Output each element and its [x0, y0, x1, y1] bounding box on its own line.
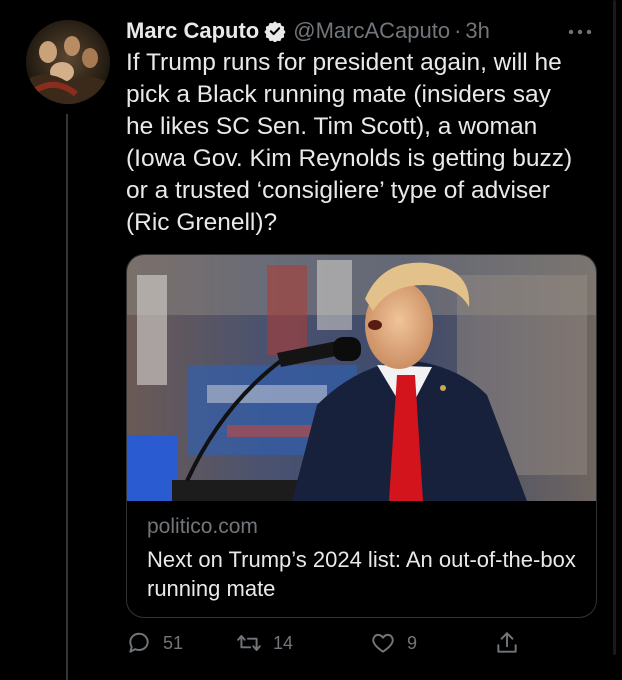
tweet[interactable]: Marc Caputo @MarcACaputo · 3h If Trump r… [0, 0, 622, 680]
heart-icon [372, 633, 394, 653]
card-domain: politico.com [147, 515, 258, 538]
action-bar: 51 14 9 [126, 625, 596, 665]
like-count: 9 [407, 632, 418, 653]
tweet-text: If Trump runs for president again, will … [126, 49, 573, 236]
card-title[interactable]: Next on Trump’s 2024 list: An out-of-the… [147, 545, 577, 603]
verified-badge-icon [264, 21, 286, 42]
retweet-button[interactable]: 14 [236, 625, 293, 661]
share-icon [497, 632, 517, 653]
separator-dot: · [454, 18, 462, 43]
author-handle[interactable]: @MarcACaputo [293, 18, 450, 44]
avatar[interactable] [26, 20, 110, 104]
thread-line [66, 114, 68, 680]
share-button[interactable] [494, 625, 520, 661]
retweet-icon [237, 634, 261, 652]
tweet-header: Marc Caputo @MarcACaputo · 3h [126, 14, 490, 48]
timestamp[interactable]: 3h [465, 18, 489, 44]
link-card[interactable]: politico.com Next on Trump’s 2024 list: … [126, 254, 597, 618]
like-button[interactable]: 9 [370, 625, 417, 661]
reply-button[interactable]: 51 [126, 625, 183, 661]
retweet-count: 14 [273, 632, 294, 653]
reply-count: 51 [163, 632, 184, 653]
card-image [127, 255, 596, 501]
more-options-icon[interactable] [568, 16, 592, 42]
scrollbar[interactable] [613, 0, 616, 655]
author-name[interactable]: Marc Caputo [126, 18, 259, 44]
reply-icon [129, 632, 149, 653]
